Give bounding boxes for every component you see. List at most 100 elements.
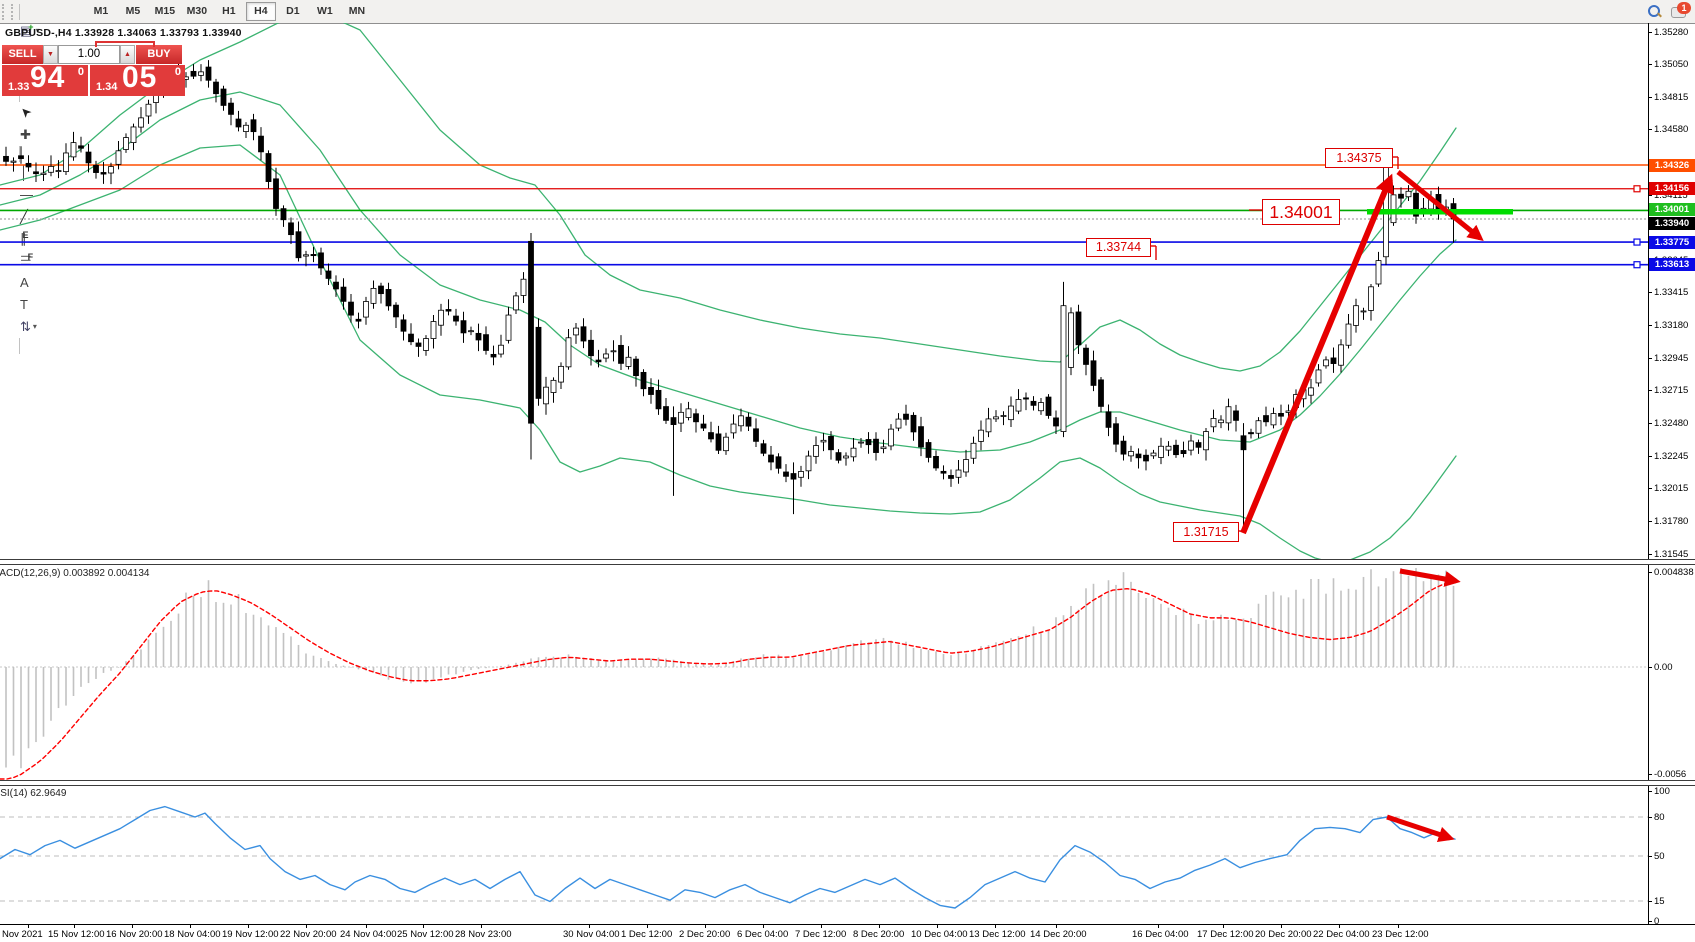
time-tick [28, 925, 29, 928]
annotation-1.33744[interactable]: 1.33744 [1086, 238, 1151, 257]
time-label: 18 Nov 04:00 [164, 929, 221, 940]
rsi-panel[interactable] [0, 785, 1695, 924]
time-label: 6 Dec 04:00 [737, 929, 788, 940]
mt4-window: ▤+新订单◆◉▂▄▆●自动交易║▥╱⊕⊖▦▣▢▤+▾◷▾▨▾➤✚│—╱∥E☰FA… [0, 0, 1695, 942]
buy-price-digits: 05 [122, 61, 157, 95]
cascade-icon[interactable]: ▢ [16, 0, 84, 4]
timeframe-h1[interactable]: H1 [214, 2, 244, 21]
price-tick-label: 1.33180 [1654, 320, 1688, 331]
time-tick [132, 925, 133, 928]
time-label: 1 Dec 12:00 [621, 929, 672, 940]
time-tick [1398, 925, 1399, 928]
macd-scale-label: 0.004838 [1654, 567, 1694, 578]
search-icon[interactable] [1648, 5, 1661, 18]
level-badge-1.34001: 1.34001 [1649, 203, 1695, 216]
time-label: 8 Dec 20:00 [853, 929, 904, 940]
level-badge-1.34326: 1.34326 [1649, 159, 1695, 172]
time-tick [1056, 925, 1057, 928]
macd-splitter[interactable] [0, 559, 1695, 565]
annotation-1.34001[interactable]: 1.34001 [1262, 199, 1340, 225]
time-tick [1339, 925, 1340, 928]
volume-bracket [95, 41, 155, 47]
sell-price-prefix: 1.33 [8, 81, 29, 93]
time-tick [879, 925, 880, 928]
toolbar-grip[interactable] [2, 4, 13, 20]
time-tick [423, 925, 424, 928]
time-label: 25 Nov 12:00 [397, 929, 454, 940]
time-tick [1281, 925, 1282, 928]
time-label: 20 Dec 20:00 [1255, 929, 1312, 940]
timeframe-m1[interactable]: M1 [86, 2, 116, 21]
one-click-trade-widget: SELL ▼ 1.00 ▲ BUY 1.33 94 0 1.34 05 0 [2, 45, 186, 96]
time-label: 23 Dec 12:00 [1372, 929, 1429, 940]
macd-label: MACD(12,26,9) 0.003892 0.004134 [0, 568, 149, 579]
time-label: 2 Dec 20:00 [679, 929, 730, 940]
rsi-scale-label: 80 [1654, 812, 1665, 823]
toolbar: ▤+新订单◆◉▂▄▆●自动交易║▥╱⊕⊖▦▣▢▤+▾◷▾▨▾➤✚│—╱∥E☰FA… [0, 0, 1695, 24]
time-tick [1223, 925, 1224, 928]
price-chart[interactable] [0, 23, 1695, 560]
timeframe-h4[interactable]: H4 [246, 2, 276, 21]
price-tick-label: 1.32480 [1654, 418, 1688, 429]
time-tick [995, 925, 996, 928]
symbol-ohlc-header: GBPUSD-,H4 1.33928 1.34063 1.33793 1.339… [5, 27, 242, 39]
pullback-arrow[interactable] [1398, 172, 1480, 238]
timeframe-m15[interactable]: M15 [150, 2, 180, 21]
time-label: 22 Dec 04:00 [1313, 929, 1370, 940]
price-tick-label: 1.34580 [1654, 124, 1688, 135]
time-tick [589, 925, 590, 928]
current-price-badge: 1.33940 [1649, 217, 1695, 230]
time-label: 28 Nov 23:00 [455, 929, 512, 940]
time-label: 10 Dec 04:00 [911, 929, 968, 940]
time-label: 17 Dec 12:00 [1197, 929, 1254, 940]
green-resistance-bar [1367, 209, 1513, 215]
price-tick-label: 1.35050 [1654, 59, 1688, 70]
annotation-1.34375[interactable]: 1.34375 [1325, 148, 1393, 168]
time-tick [248, 925, 249, 928]
time-tick [937, 925, 938, 928]
volume-input[interactable]: 1.00 [58, 45, 120, 64]
price-tick-label: 1.33415 [1654, 287, 1688, 298]
time-label: 16 Nov 20:00 [106, 929, 163, 940]
rsi-splitter[interactable] [0, 780, 1695, 786]
sell-price-box[interactable]: 1.33 94 0 [2, 65, 88, 96]
time-label: 15 Nov 12:00 [48, 929, 105, 940]
time-tick [306, 925, 307, 928]
time-label: 14 Dec 20:00 [1030, 929, 1087, 940]
timeframe-w1[interactable]: W1 [310, 2, 340, 21]
rally-arrow[interactable] [1243, 179, 1390, 533]
time-tick [74, 925, 75, 928]
time-label: 19 Nov 12:00 [222, 929, 279, 940]
timeframe-mn[interactable]: MN [342, 2, 372, 21]
buy-price-pipette: 0 [175, 66, 181, 78]
rsi-scale-label: 100 [1654, 786, 1670, 797]
time-axis[interactable]: Nov 202115 Nov 12:0016 Nov 20:0018 Nov 0… [0, 924, 1695, 942]
macd-scale-label: -0.0056 [1654, 769, 1686, 780]
time-label: 13 Dec 12:00 [969, 929, 1026, 940]
macd-panel[interactable] [0, 564, 1695, 780]
time-tick [481, 925, 482, 928]
timeframe-m30[interactable]: M30 [182, 2, 212, 21]
sell-price-digits: 94 [30, 61, 65, 95]
time-tick [821, 925, 822, 928]
timeframe-d1[interactable]: D1 [278, 2, 308, 21]
level-badge-1.33613: 1.33613 [1649, 258, 1695, 271]
time-tick [647, 925, 648, 928]
chat-icon[interactable]: 1 [1671, 5, 1689, 19]
price-tick-label: 1.32015 [1654, 483, 1688, 494]
macd-signal-line [0, 583, 1449, 779]
time-label: 16 Dec 04:00 [1132, 929, 1189, 940]
bollinger-upper [0, 23, 1456, 371]
annotation-1.31715[interactable]: 1.31715 [1173, 522, 1239, 542]
price-tick-label: 1.32945 [1654, 353, 1688, 364]
level-badge-1.34156: 1.34156 [1649, 182, 1695, 195]
timeframe-m5[interactable]: M5 [118, 2, 148, 21]
candlestick-series [4, 60, 1457, 530]
time-tick [705, 925, 706, 928]
rsi-scale-label: 15 [1654, 896, 1665, 907]
macd-histogram [5, 568, 1454, 768]
time-label: 30 Nov 04:00 [563, 929, 620, 940]
price-tick-label: 1.32245 [1654, 451, 1688, 462]
time-tick [366, 925, 367, 928]
buy-price-box[interactable]: 1.34 05 0 [90, 65, 185, 96]
